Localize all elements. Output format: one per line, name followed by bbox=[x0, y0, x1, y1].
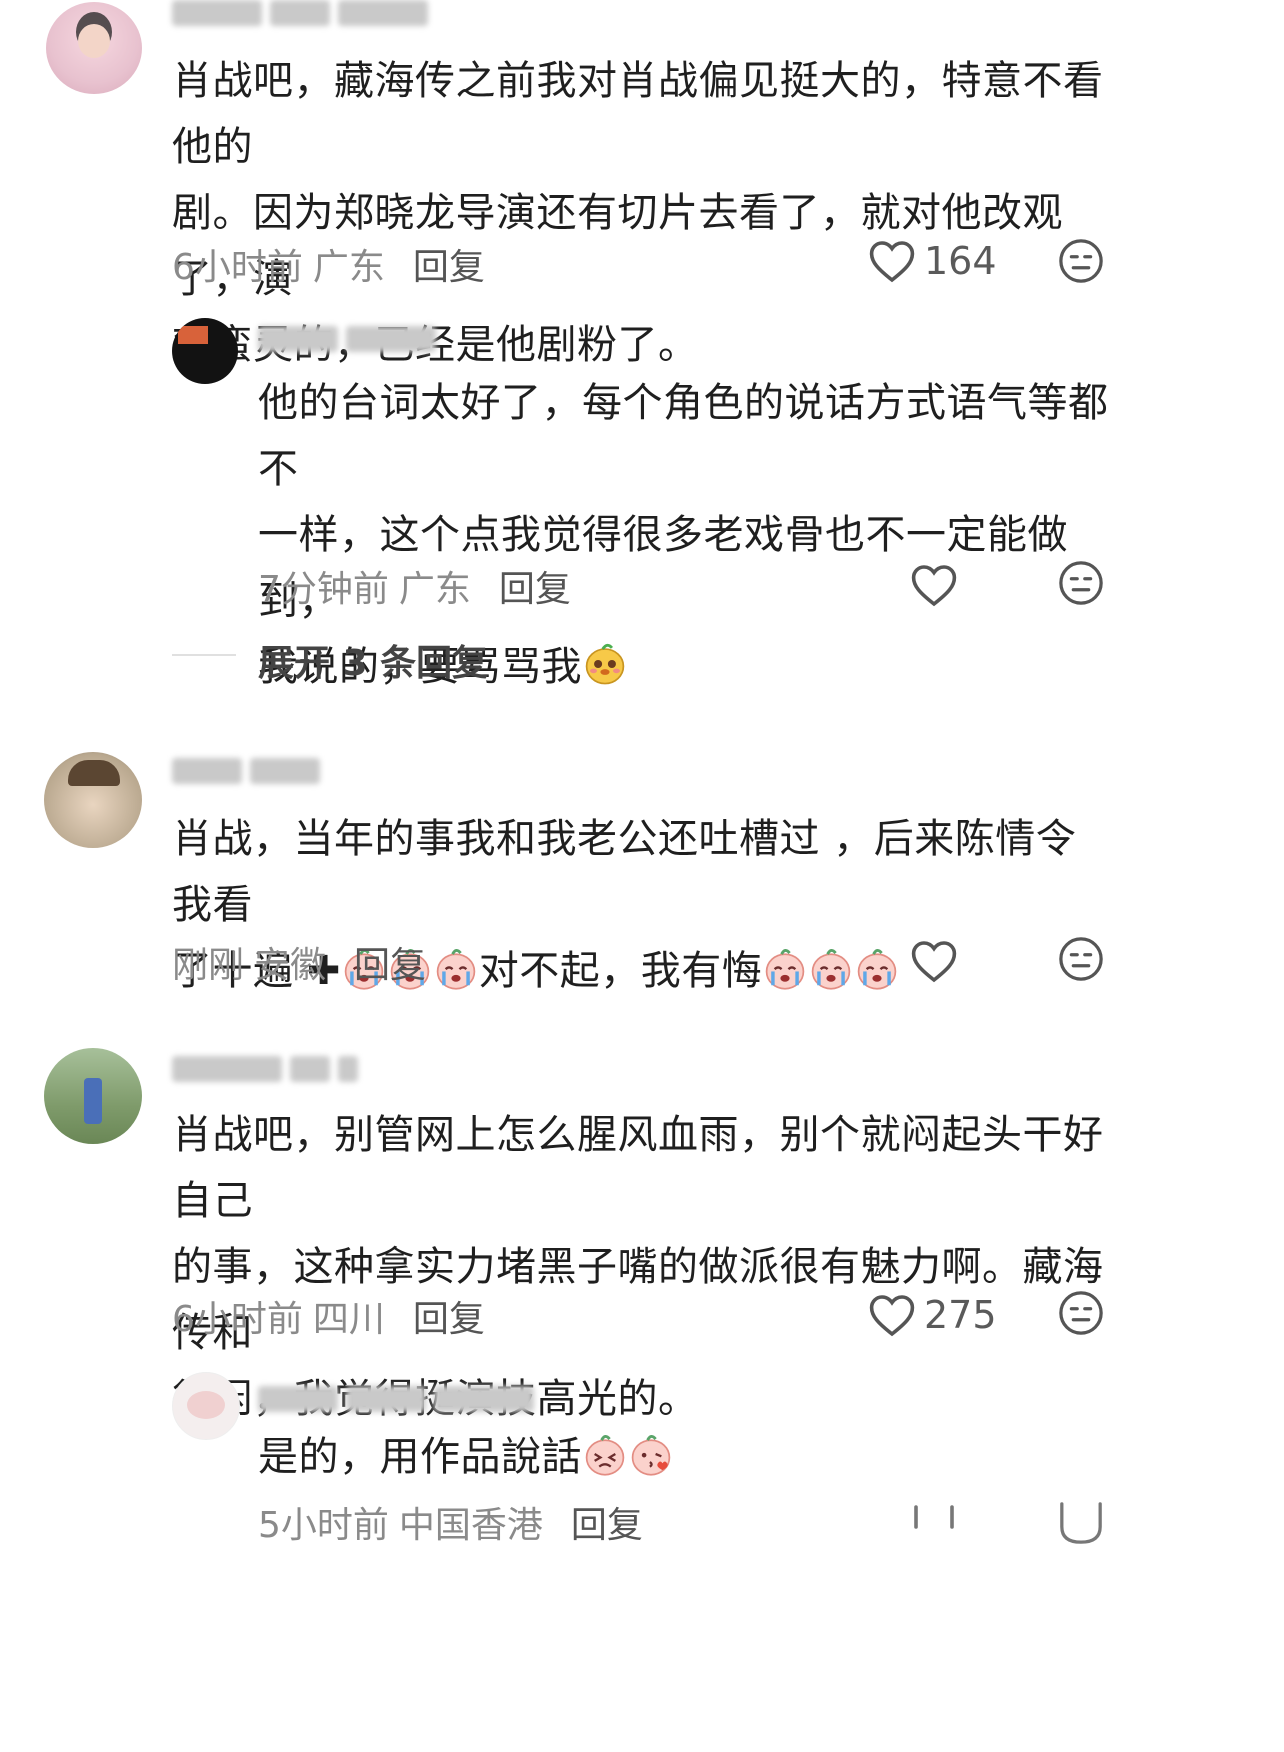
dislike-button[interactable] bbox=[1058, 936, 1104, 986]
reply-button[interactable]: 回复 bbox=[413, 1299, 485, 1340]
username-blurred[interactable] bbox=[258, 1386, 558, 1420]
expand-replies-button[interactable]: 展开 3 条回复 bbox=[258, 634, 488, 686]
neutral-face-icon bbox=[1059, 937, 1103, 981]
comment-location: 安徽 bbox=[254, 945, 327, 986]
dislike-button[interactable] bbox=[1058, 238, 1104, 288]
comment-location: 四川 bbox=[312, 1299, 385, 1340]
heart-outline-icon bbox=[911, 564, 957, 606]
avatar[interactable] bbox=[44, 1048, 142, 1144]
like-button[interactable] bbox=[910, 560, 958, 607]
reply-location: 广东 bbox=[398, 569, 471, 610]
comment-time: 刚刚 bbox=[172, 945, 245, 986]
reply-time: 7分钟前 bbox=[258, 569, 389, 610]
neutral-face-icon bbox=[1059, 1291, 1103, 1335]
username-blurred[interactable] bbox=[172, 0, 442, 34]
dislike-button[interactable] bbox=[1058, 1290, 1104, 1340]
dislike-button[interactable] bbox=[1058, 560, 1104, 610]
like-button[interactable]: 275 bbox=[868, 1290, 997, 1337]
reply-button[interactable]: 回复 bbox=[571, 1505, 643, 1546]
reply-time: 5小时前 bbox=[258, 1505, 389, 1546]
heart-outline-icon bbox=[869, 240, 915, 282]
username-blurred[interactable] bbox=[258, 326, 448, 360]
dog-face-emoji bbox=[585, 643, 625, 685]
avatar[interactable] bbox=[46, 2, 142, 94]
peach-emoji bbox=[585, 1435, 625, 1476]
reply-button[interactable]: 回复 bbox=[413, 247, 485, 288]
comment-time: 6小时前 bbox=[172, 247, 303, 288]
like-button[interactable] bbox=[910, 1500, 958, 1547]
reply-text: 是的，用作品說話 bbox=[258, 1424, 1118, 1490]
neutral-face-icon bbox=[1060, 1502, 1102, 1544]
dislike-button[interactable] bbox=[1058, 1500, 1104, 1550]
heart-outline-icon bbox=[914, 1504, 954, 1529]
heart-outline-icon bbox=[911, 940, 957, 982]
like-button[interactable] bbox=[910, 936, 958, 983]
reply-button[interactable]: 回复 bbox=[499, 569, 571, 610]
kiss-peach-emoji bbox=[631, 1435, 671, 1476]
like-button[interactable]: 164 bbox=[868, 236, 997, 283]
reply-meta: 7分钟前 广东 回复 bbox=[258, 560, 571, 612]
comment-meta: 6小时前 广东 回复 bbox=[172, 238, 485, 290]
reply-meta: 5小时前 中国香港 回复 bbox=[258, 1496, 643, 1548]
crying-peach-emoji bbox=[811, 949, 851, 990]
comment-meta: 刚刚 安徽 回复 bbox=[172, 936, 426, 988]
expand-divider bbox=[172, 654, 236, 656]
reply-button[interactable]: 回复 bbox=[354, 945, 426, 986]
avatar[interactable] bbox=[172, 1372, 240, 1440]
avatar[interactable] bbox=[172, 318, 238, 384]
neutral-face-icon bbox=[1059, 561, 1103, 605]
comment-location: 广东 bbox=[312, 247, 385, 288]
crying-peach-emoji bbox=[436, 949, 475, 990]
like-count: 275 bbox=[924, 1292, 997, 1337]
heart-outline-icon bbox=[869, 1294, 915, 1336]
crying-peach-emoji bbox=[765, 949, 805, 990]
comment-meta: 6小时前 四川 回复 bbox=[172, 1290, 485, 1342]
comment-time: 6小时前 bbox=[172, 1299, 303, 1340]
neutral-face-icon bbox=[1059, 239, 1103, 283]
comment-text: 肖战吧，别管网上怎么腥风血雨，别个就闷起头干好自己 的事，这种拿实力堵黑子嘴的做… bbox=[172, 1112, 1104, 1422]
crying-peach-emoji bbox=[857, 949, 897, 990]
avatar[interactable] bbox=[44, 752, 142, 848]
username-blurred[interactable] bbox=[172, 1056, 392, 1090]
like-count: 164 bbox=[924, 238, 997, 283]
reply-location: 中国香港 bbox=[398, 1505, 543, 1546]
username-blurred[interactable] bbox=[172, 758, 332, 792]
